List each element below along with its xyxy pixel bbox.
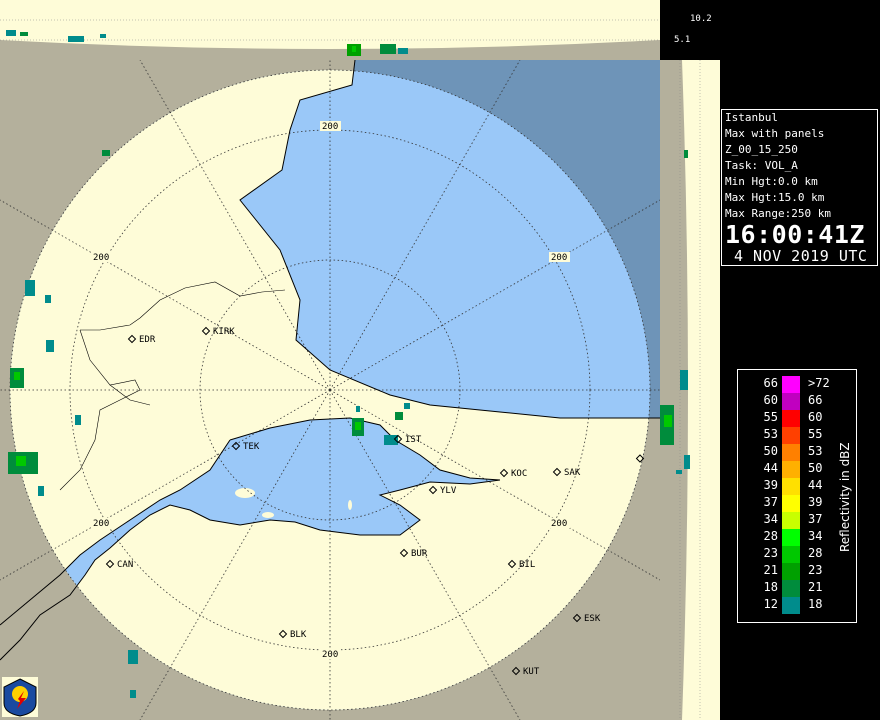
legend-lower-value: 60 (763, 393, 778, 407)
scan-date: 4 NOV 2019 UTC (734, 247, 868, 265)
product-name: Max with panels (725, 127, 825, 140)
product-code: Z_00_15_250 (725, 143, 798, 156)
radar-location: Istanbul (725, 111, 778, 124)
legend-upper-value: 34 (808, 529, 823, 543)
legend-upper-value: 23 (808, 563, 823, 577)
legend-upper-value: 50 (808, 461, 823, 475)
legend-color-swatch (782, 529, 800, 546)
legend-lower-value: 18 (763, 580, 778, 594)
range-ring-label: 200 (93, 253, 109, 263)
city-label: BLK (290, 630, 307, 640)
legend-color-swatch (782, 376, 800, 393)
legend-upper-value: 18 (808, 597, 823, 611)
height-scale-top-label: 10.2 (690, 14, 712, 24)
legend-lower-value: 44 (763, 461, 778, 475)
city-label: KOC (511, 469, 527, 479)
range-ring-label: 200 (322, 122, 338, 132)
legend-lower-value: 39 (763, 478, 778, 492)
legend-lower-value: 28 (763, 529, 778, 543)
height-scale-bottom-label: 5.1 (674, 35, 691, 45)
legend-lower-value: 55 (763, 410, 778, 424)
legend-upper-value: 53 (808, 444, 823, 458)
right-cross-section-panel (660, 60, 720, 720)
range-ring-label: 200 (551, 253, 567, 263)
legend-color-swatch (782, 461, 800, 478)
range-ring-label: 200 (551, 519, 567, 529)
scan-time: 16:00:41Z (725, 220, 865, 249)
city-label: ESK (584, 614, 601, 624)
legend-upper-value: 55 (808, 427, 823, 441)
legend-color-swatch (782, 580, 800, 597)
legend-color-swatch (782, 410, 800, 427)
city-label: KIRK (213, 327, 235, 337)
legend-color-swatch (782, 597, 800, 614)
legend-lower-value: 23 (763, 546, 778, 560)
legend-color-swatch (782, 427, 800, 444)
task-name: Task: VOL_A (725, 159, 798, 172)
legend-lower-value: 50 (763, 444, 778, 458)
legend-upper-value: 66 (808, 393, 823, 407)
reflectivity-legend: 66 >72 60 66 55 60 53 55 50 53 44 50 39 44 37 39 34 37 28 3… (737, 369, 857, 623)
top-cross-section-panel (0, 0, 660, 60)
info-panel: Istanbul Max with panels Z_00_15_250 Tas… (721, 109, 878, 266)
legend-color-swatch (782, 563, 800, 580)
legend-lower-value: 37 (763, 495, 778, 509)
legend-upper-value: 28 (808, 546, 823, 560)
legend-lower-value: 53 (763, 427, 778, 441)
legend-upper-value: 44 (808, 478, 823, 492)
legend-color-swatch (782, 393, 800, 410)
legend-lower-value: 34 (763, 512, 778, 526)
city-label: KUT (523, 667, 540, 677)
legend-upper-value: 39 (808, 495, 823, 509)
city-label: SAK (564, 468, 581, 478)
legend-color-swatch (782, 444, 800, 461)
city-label: CAN (117, 560, 133, 570)
legend-color-swatch (782, 495, 800, 512)
range-ring-label: 200 (93, 519, 109, 529)
city-label: BIL (519, 560, 535, 570)
city-label: TEK (243, 442, 260, 452)
legend-color-swatch (782, 512, 800, 529)
legend-color-swatch (782, 478, 800, 495)
legend-title: Reflectivity in dBZ (838, 442, 852, 552)
min-height: Min Hgt:0.0 km (725, 175, 818, 188)
legend-upper-value: 37 (808, 512, 823, 526)
legend-color-swatch (782, 546, 800, 563)
legend-upper-value: >72 (808, 376, 830, 390)
city-label: EDR (139, 335, 156, 345)
range-ring-label: 200 (322, 650, 338, 660)
legend-upper-value: 21 (808, 580, 823, 594)
legend-lower-value: 12 (763, 597, 778, 611)
main-map (0, 60, 660, 720)
max-height: Max Hgt:15.0 km (725, 191, 825, 204)
legend-lower-value: 66 (763, 376, 778, 390)
city-label: YLV (440, 486, 457, 496)
legend-lower-value: 21 (763, 563, 778, 577)
city-label: BUR (411, 549, 428, 559)
legend-upper-value: 60 (808, 410, 823, 424)
city-label: IST (405, 435, 422, 445)
mgm-logo-icon (2, 677, 38, 717)
